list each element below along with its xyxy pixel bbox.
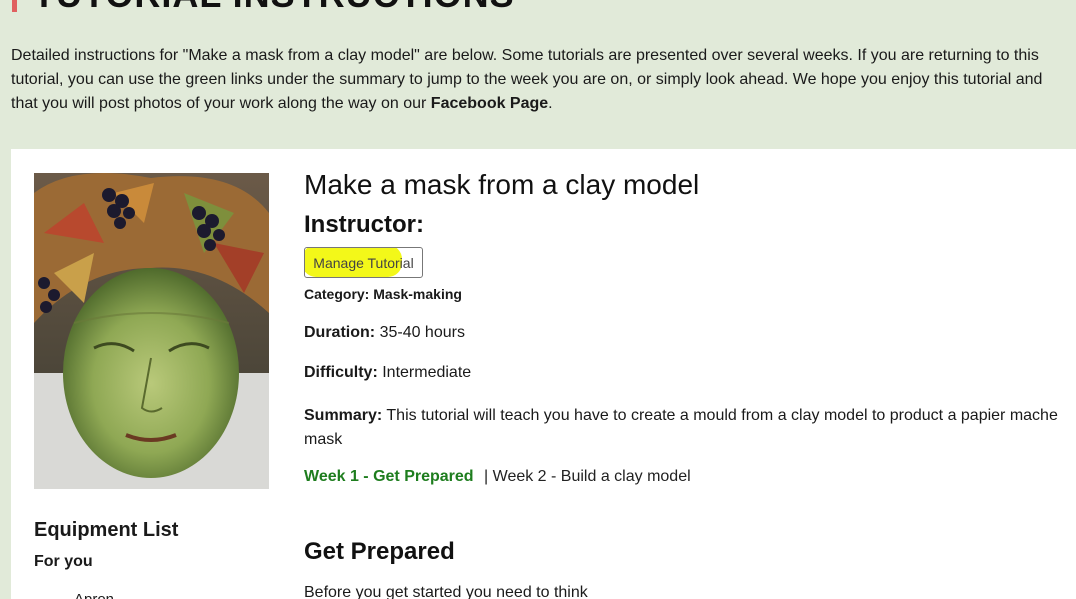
week-separator: | — [484, 468, 489, 485]
summary-value: This tutorial will teach you have to cre… — [304, 407, 1058, 448]
section-title: Get Prepared — [304, 538, 455, 565]
manage-tutorial-label: Manage Tutorial — [313, 254, 414, 271]
equipment-for-you-heading: For you — [34, 553, 93, 570]
week-2-link[interactable]: Week 2 - Build a clay model — [493, 468, 691, 485]
difficulty-value: Intermediate — [382, 364, 472, 381]
page-heading-text: TUTORIAL INSTRUCTIONS — [33, 0, 515, 13]
duration-row: Duration: 35-40 hours — [304, 324, 465, 342]
week-1-link[interactable]: Week 1 - Get Prepared — [304, 468, 474, 485]
category-value: Mask-making — [373, 286, 462, 302]
intro-end: . — [548, 95, 553, 112]
difficulty-label: Difficulty: — [304, 364, 378, 381]
equipment-list-item: Apron — [74, 591, 114, 599]
equipment-list-title: Equipment List — [34, 519, 179, 541]
mask-photo — [34, 173, 269, 489]
manage-tutorial-button[interactable]: Manage Tutorial — [304, 247, 423, 278]
category-row: Category: Mask-making — [304, 286, 462, 302]
page-heading: TUTORIAL INSTRUCTIONS — [12, 0, 515, 13]
intro-paragraph: Detailed instructions for "Make a mask f… — [11, 44, 1071, 116]
instructor-label: Instructor: — [304, 211, 424, 238]
tutorial-card: Equipment List For you Apron Make a mask… — [11, 149, 1076, 599]
difficulty-row: Difficulty: Intermediate — [304, 364, 471, 382]
summary-row: Summary: This tutorial will teach you ha… — [304, 404, 1074, 452]
duration-label: Duration: — [304, 324, 376, 341]
category-label: Category: — [304, 286, 370, 302]
summary-label: Summary: — [304, 407, 383, 424]
tutorial-title: Make a mask from a clay model — [304, 169, 700, 200]
week-links: Week 1 - Get Prepared | Week 2 - Build a… — [304, 468, 691, 486]
duration-value: 35-40 hours — [379, 324, 465, 341]
section-text: Before you get started you need to think — [304, 584, 588, 599]
facebook-page-link[interactable]: Facebook Page — [431, 95, 548, 112]
